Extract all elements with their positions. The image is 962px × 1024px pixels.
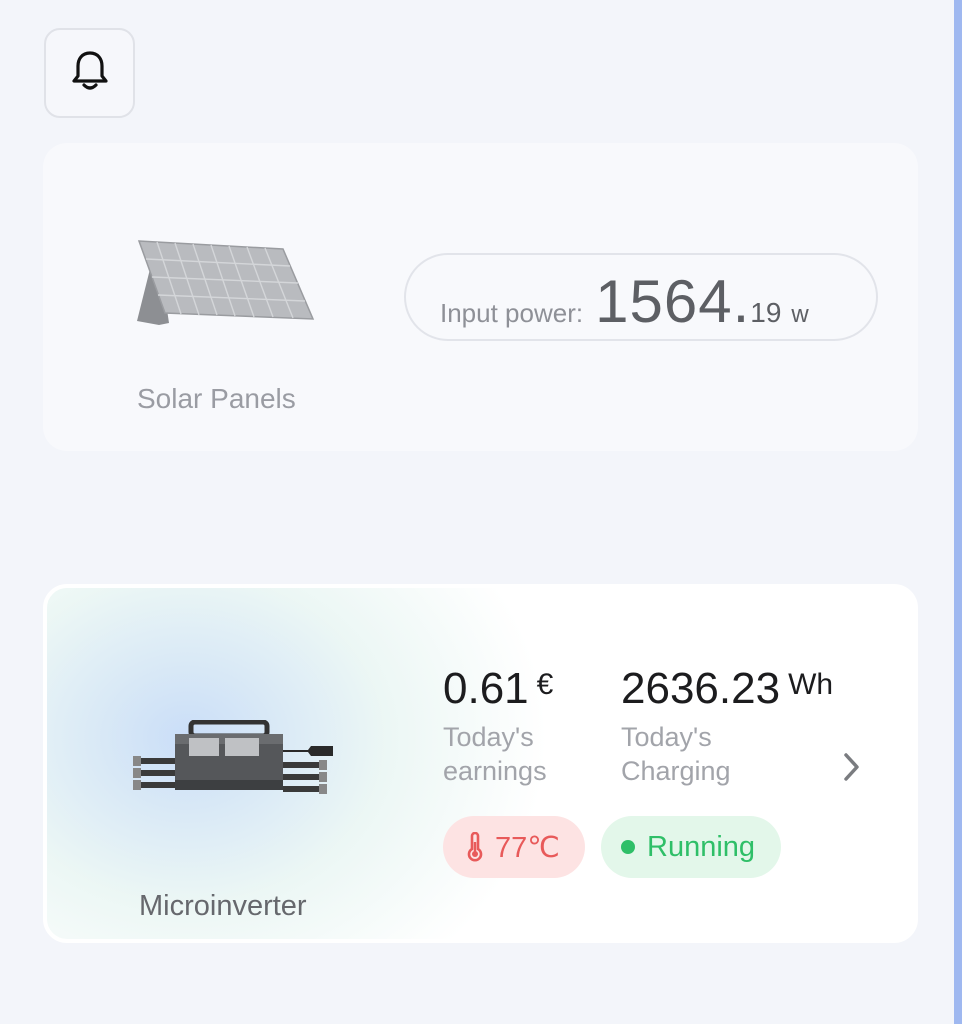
earnings-stat: 0.61 € Today's earnings xyxy=(443,664,593,788)
charging-caption: Today's Charging xyxy=(621,722,731,786)
scroll-edge xyxy=(954,0,962,1024)
status-dot-icon xyxy=(621,840,635,854)
microinverter-label: Microinverter xyxy=(139,890,307,922)
charging-unit: Wh xyxy=(788,668,834,701)
earnings-value: 0.61 xyxy=(443,664,529,713)
input-power-display: Input power : 1564. 19 w xyxy=(404,253,878,341)
status-label: Running xyxy=(647,830,756,863)
charging-stat: 2636.23 Wh Today's Charging xyxy=(621,664,833,788)
earnings-caption: Today's earnings xyxy=(443,722,547,786)
temperature-badge: 77℃ xyxy=(443,816,585,878)
thermometer-icon xyxy=(465,832,485,862)
input-power-value: 1564. xyxy=(595,268,751,335)
status-badge: Running xyxy=(601,816,781,878)
microinverter-card[interactable]: Microinverter 0.61 € Today's earnings 263… xyxy=(43,584,918,943)
earnings-unit: € xyxy=(536,668,554,701)
input-power-decimal: 19 xyxy=(750,297,782,328)
solar-panels-label: Solar Panels xyxy=(137,383,296,414)
notifications-button[interactable] xyxy=(44,28,135,118)
solar-panels-card[interactable]: Solar Panels Input power : 1564. 19 w xyxy=(43,143,918,451)
input-power-separator: : xyxy=(575,298,584,328)
input-power-label: Input power xyxy=(440,298,576,328)
chevron-right-icon[interactable] xyxy=(839,750,863,789)
charging-value: 2636.23 xyxy=(621,664,781,713)
solar-panel-icon xyxy=(135,235,315,332)
input-power-unit: w xyxy=(791,301,809,328)
temperature-value: 77℃ xyxy=(495,831,560,864)
microinverter-icon xyxy=(133,719,343,807)
bell-icon xyxy=(67,48,113,99)
